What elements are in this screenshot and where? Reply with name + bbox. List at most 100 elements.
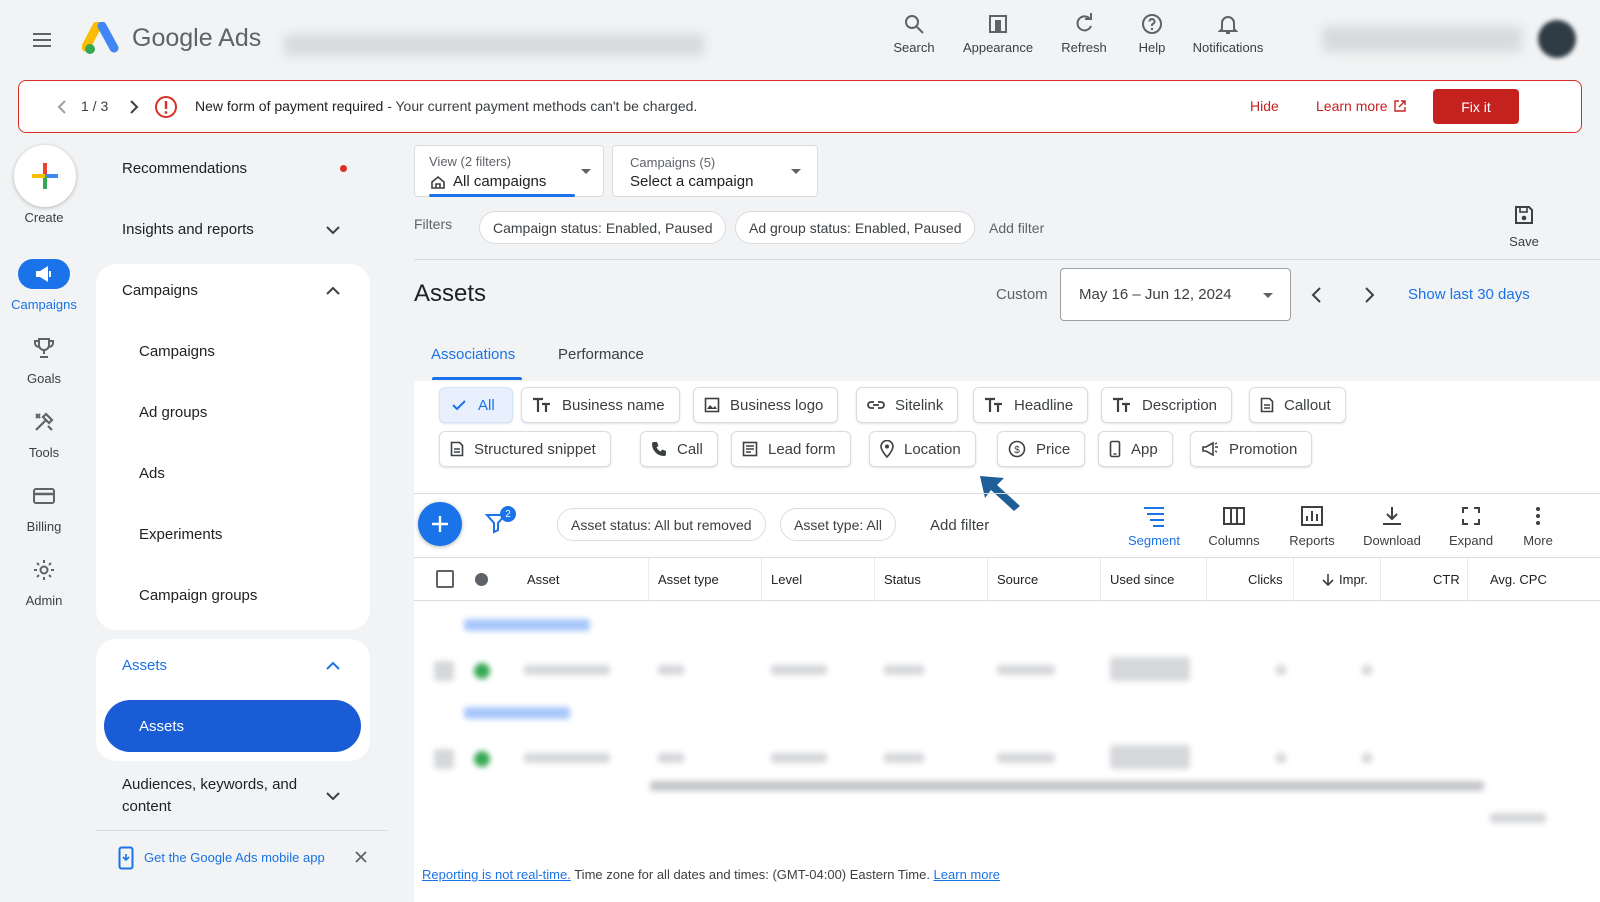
sidenav-insights[interactable]: Insights and reports bbox=[122, 221, 254, 238]
view-selector[interactable]: View (2 filters) All campaigns bbox=[414, 145, 604, 197]
chevron-right-icon[interactable] bbox=[1358, 284, 1380, 306]
column-divider bbox=[1100, 558, 1101, 601]
appearance-button[interactable]: Appearance bbox=[958, 12, 1038, 62]
show-last-30-days-link[interactable]: Show last 30 days bbox=[1408, 286, 1530, 303]
column-divider bbox=[761, 558, 762, 601]
rail-item-campaigns[interactable]: Campaigns bbox=[1, 259, 87, 312]
column-header-asset[interactable]: Asset bbox=[527, 572, 560, 587]
column-header-status[interactable]: Status bbox=[884, 572, 921, 587]
filter-chip-campaign-status[interactable]: Campaign status: Enabled, Paused bbox=[479, 211, 727, 244]
search-button[interactable]: Search bbox=[890, 12, 938, 62]
asset-type-price[interactable]: $ Price bbox=[997, 431, 1086, 467]
sidenav-audiences-line2[interactable]: content bbox=[122, 798, 171, 815]
learn-more-link[interactable]: Learn more bbox=[1316, 98, 1406, 114]
column-header-clicks[interactable]: Clicks bbox=[1248, 572, 1283, 587]
sidenav-item-ads[interactable]: Ads bbox=[139, 465, 165, 482]
select-all-checkbox[interactable] bbox=[436, 570, 454, 588]
campaign-selector[interactable]: Campaigns (5) Select a campaign bbox=[612, 145, 818, 197]
avatar[interactable] bbox=[1538, 20, 1576, 58]
asset-type-call[interactable]: Call bbox=[640, 431, 718, 467]
check-icon bbox=[452, 400, 466, 411]
tab-performance[interactable]: Performance bbox=[558, 346, 644, 363]
column-header-used-since[interactable]: Used since bbox=[1110, 572, 1174, 587]
asset-type-callout[interactable]: Callout bbox=[1249, 387, 1346, 423]
expand-button[interactable]: Expand bbox=[1444, 505, 1498, 548]
chevron-up-icon[interactable] bbox=[323, 656, 343, 676]
chevron-down-icon[interactable] bbox=[323, 786, 343, 806]
help-icon bbox=[1142, 14, 1162, 34]
close-icon[interactable] bbox=[354, 850, 368, 864]
image-icon bbox=[704, 397, 720, 413]
menu-icon[interactable] bbox=[30, 28, 54, 52]
download-button[interactable]: Download bbox=[1358, 505, 1426, 548]
sidenav-item-ad-groups[interactable]: Ad groups bbox=[139, 404, 207, 421]
asset-type-lead-form[interactable]: Lead form bbox=[731, 431, 851, 467]
sidenav-item-campaign-groups[interactable]: Campaign groups bbox=[139, 587, 257, 604]
hide-button[interactable]: Hide bbox=[1250, 98, 1279, 114]
filter-chip-asset-type[interactable]: Asset type: All bbox=[780, 508, 896, 541]
mobile-icon bbox=[1109, 440, 1121, 458]
asset-type-structured-snippet[interactable]: Structured snippet bbox=[439, 431, 611, 467]
column-header-impressions[interactable]: Impr. bbox=[1339, 572, 1368, 587]
reports-button[interactable]: Reports bbox=[1284, 505, 1340, 548]
column-header-avg-cpc[interactable]: Avg. CPC bbox=[1490, 572, 1547, 587]
asset-type-location[interactable]: Location bbox=[869, 431, 976, 467]
sidenav-audiences-line1[interactable]: Audiences, keywords, and bbox=[122, 776, 297, 793]
price-icon: $ bbox=[1008, 440, 1026, 458]
filter-count-badge: 2 bbox=[500, 506, 516, 522]
segment-button[interactable]: Segment bbox=[1124, 505, 1184, 548]
chevron-right-icon[interactable] bbox=[123, 97, 143, 117]
refresh-button[interactable]: Refresh bbox=[1058, 12, 1110, 62]
sidenav-item-assets[interactable]: Assets bbox=[104, 700, 361, 752]
plus-icon bbox=[32, 163, 58, 189]
svg-text:$: $ bbox=[1014, 445, 1020, 456]
asset-type-sitelink[interactable]: Sitelink bbox=[856, 387, 959, 423]
asset-type-all[interactable]: All bbox=[439, 387, 513, 423]
sidenav-campaigns-section[interactable]: Campaigns bbox=[122, 282, 198, 299]
rail-item-tools[interactable]: Tools bbox=[1, 407, 87, 460]
more-button[interactable]: More bbox=[1516, 505, 1560, 548]
error-icon bbox=[154, 95, 178, 119]
refresh-icon bbox=[1076, 13, 1092, 32]
column-header-source[interactable]: Source bbox=[997, 572, 1038, 587]
filter-chip-ad-group-status[interactable]: Ad group status: Enabled, Paused bbox=[735, 211, 976, 244]
notification-dot bbox=[340, 165, 347, 172]
chevron-up-icon[interactable] bbox=[323, 281, 343, 301]
column-header-asset-type[interactable]: Asset type bbox=[658, 572, 719, 587]
rail-item-goals[interactable]: Goals bbox=[1, 333, 87, 386]
sidenav-recommendations[interactable]: Recommendations bbox=[122, 160, 247, 177]
asset-type-promotion[interactable]: Promotion bbox=[1190, 431, 1313, 467]
asset-type-business-name[interactable]: Business name bbox=[521, 387, 680, 423]
add-asset-button[interactable] bbox=[418, 502, 462, 546]
notifications-button[interactable]: Notifications bbox=[1188, 12, 1268, 62]
create-button[interactable] bbox=[14, 145, 76, 207]
reporting-not-realtime-link[interactable]: Reporting is not real-time. bbox=[422, 867, 571, 882]
asset-type-description[interactable]: Description bbox=[1101, 387, 1233, 423]
help-button[interactable]: Help bbox=[1132, 12, 1172, 62]
column-divider bbox=[987, 558, 988, 601]
footer-learn-more-link[interactable]: Learn more bbox=[934, 867, 1000, 882]
filter-chip-asset-status[interactable]: Asset status: All but removed bbox=[557, 508, 766, 541]
rail-item-billing[interactable]: Billing bbox=[1, 481, 87, 534]
asset-type-headline[interactable]: Headline bbox=[973, 387, 1089, 423]
save-button[interactable]: Save bbox=[1500, 204, 1548, 249]
tab-associations[interactable]: Associations bbox=[431, 346, 515, 363]
columns-button[interactable]: Columns bbox=[1204, 505, 1264, 548]
mobile-app-link[interactable]: Get the Google Ads mobile app bbox=[144, 850, 325, 865]
sidenav-assets-section[interactable]: Assets bbox=[122, 657, 167, 674]
rail-item-admin[interactable]: Admin bbox=[1, 555, 87, 608]
table-add-filter-button[interactable]: Add filter bbox=[930, 517, 989, 534]
asset-type-business-logo[interactable]: Business logo bbox=[693, 387, 839, 423]
column-header-ctr[interactable]: CTR bbox=[1433, 572, 1460, 587]
asset-type-app[interactable]: App bbox=[1098, 431, 1173, 467]
chevron-left-icon[interactable] bbox=[53, 97, 73, 117]
add-filter-button[interactable]: Add filter bbox=[989, 220, 1044, 236]
chevron-down-icon[interactable] bbox=[323, 220, 343, 240]
fix-it-button[interactable]: Fix it bbox=[1433, 89, 1519, 124]
date-range-picker[interactable]: May 16 – Jun 12, 2024 bbox=[1060, 268, 1291, 321]
sidenav-item-campaigns[interactable]: Campaigns bbox=[139, 343, 215, 360]
sidenav-item-experiments[interactable]: Experiments bbox=[139, 526, 222, 543]
chevron-left-icon[interactable] bbox=[1306, 284, 1328, 306]
column-header-level[interactable]: Level bbox=[771, 572, 802, 587]
column-divider bbox=[1206, 558, 1207, 601]
